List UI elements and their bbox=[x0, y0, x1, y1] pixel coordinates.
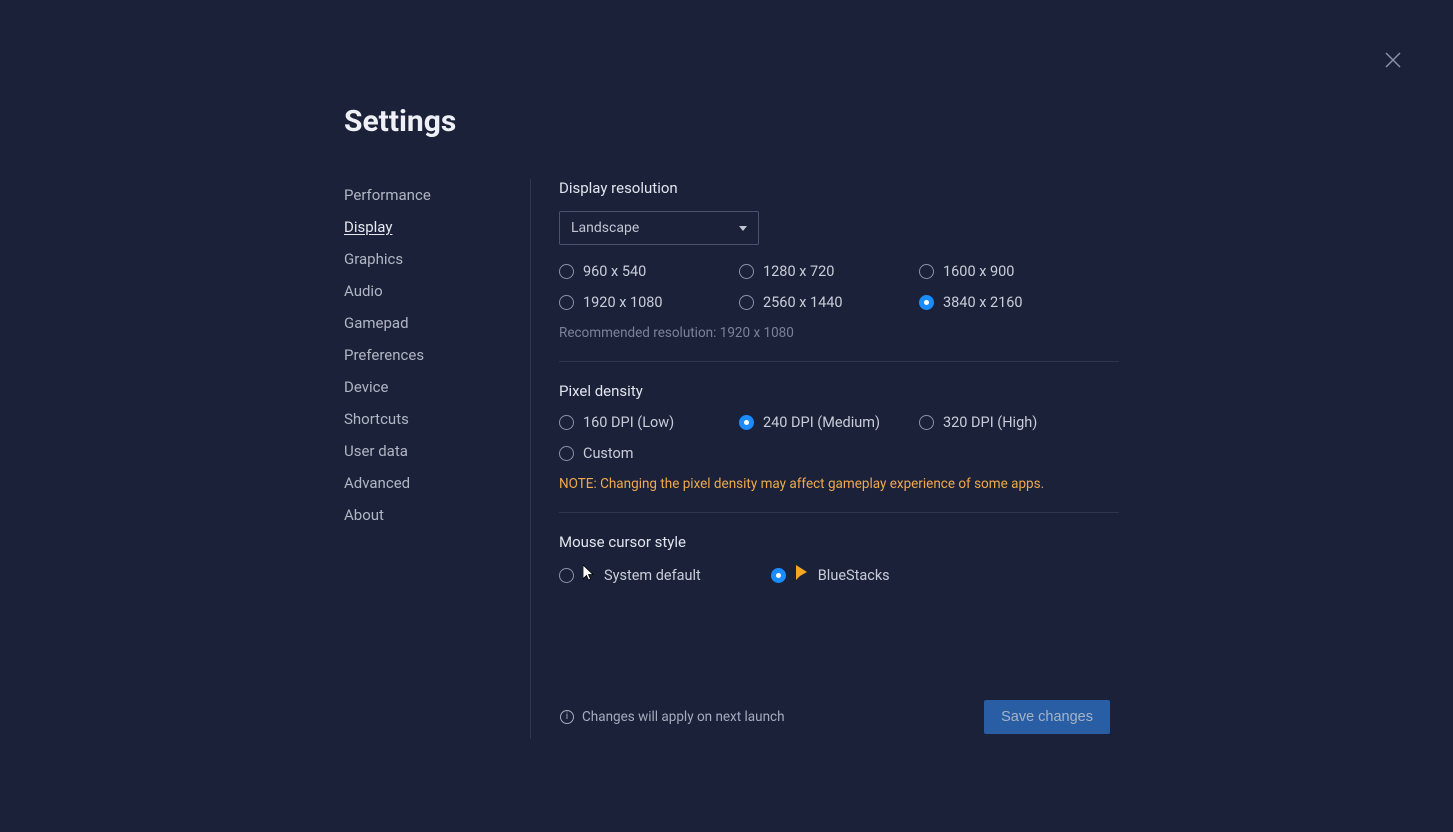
sidebar-item-graphics[interactable]: Graphics bbox=[344, 243, 510, 275]
resolution-radio-960x540[interactable]: 960 x 540 bbox=[559, 263, 739, 280]
cursor-style-title: Mouse cursor style bbox=[559, 533, 1119, 551]
divider bbox=[559, 361, 1119, 362]
sidebar-item-about[interactable]: About bbox=[344, 499, 510, 531]
sidebar-item-advanced[interactable]: Advanced bbox=[344, 467, 510, 499]
sidebar-item-display[interactable]: Display bbox=[344, 211, 510, 243]
sidebar: Performance Display Graphics Audio Gamep… bbox=[344, 179, 530, 739]
vertical-divider bbox=[530, 179, 531, 739]
divider bbox=[559, 512, 1119, 513]
close-button[interactable] bbox=[1383, 50, 1403, 70]
resolution-radio-3840x2160[interactable]: 3840 x 2160 bbox=[919, 294, 1099, 311]
sidebar-item-device[interactable]: Device bbox=[344, 371, 510, 403]
orientation-dropdown-value: Landscape bbox=[571, 220, 639, 236]
cursor-default-icon bbox=[583, 565, 595, 585]
resolution-recommended-hint: Recommended resolution: 1920 x 1080 bbox=[559, 325, 1119, 341]
main-panel: Display resolution Landscape 960 x 540 1… bbox=[559, 179, 1119, 739]
chevron-down-icon bbox=[739, 226, 747, 231]
sidebar-item-user-data[interactable]: User data bbox=[344, 435, 510, 467]
dpi-radio-240[interactable]: 240 DPI (Medium) bbox=[739, 414, 919, 431]
dpi-radio-320[interactable]: 320 DPI (High) bbox=[919, 414, 1099, 431]
save-changes-button[interactable]: Save changes bbox=[984, 700, 1110, 734]
resolution-radio-1600x900[interactable]: 1600 x 900 bbox=[919, 263, 1099, 280]
resolution-title: Display resolution bbox=[559, 179, 1119, 197]
sidebar-item-performance[interactable]: Performance bbox=[344, 179, 510, 211]
pixel-density-title: Pixel density bbox=[559, 382, 1119, 400]
resolution-radio-1280x720[interactable]: 1280 x 720 bbox=[739, 263, 919, 280]
resolution-radio-2560x1440[interactable]: 2560 x 1440 bbox=[739, 294, 919, 311]
info-icon: i bbox=[560, 710, 574, 724]
sidebar-item-gamepad[interactable]: Gamepad bbox=[344, 307, 510, 339]
sidebar-item-audio[interactable]: Audio bbox=[344, 275, 510, 307]
sidebar-item-shortcuts[interactable]: Shortcuts bbox=[344, 403, 510, 435]
pixel-density-note: NOTE: Changing the pixel density may aff… bbox=[559, 476, 1119, 492]
dpi-radio-custom[interactable]: Custom bbox=[559, 445, 1119, 462]
orientation-dropdown[interactable]: Landscape bbox=[559, 211, 759, 245]
cursor-radio-bluestacks[interactable]: BlueStacks bbox=[771, 565, 890, 585]
cursor-radio-system-default[interactable]: System default bbox=[559, 565, 701, 585]
footer: i Changes will apply on next launch Save… bbox=[560, 700, 1110, 734]
sidebar-item-preferences[interactable]: Preferences bbox=[344, 339, 510, 371]
dpi-radio-160[interactable]: 160 DPI (Low) bbox=[559, 414, 739, 431]
cursor-bluestacks-icon bbox=[795, 565, 809, 585]
resolution-radio-1920x1080[interactable]: 1920 x 1080 bbox=[559, 294, 739, 311]
page-title: Settings bbox=[344, 104, 1453, 139]
footer-note: i Changes will apply on next launch bbox=[560, 709, 785, 725]
